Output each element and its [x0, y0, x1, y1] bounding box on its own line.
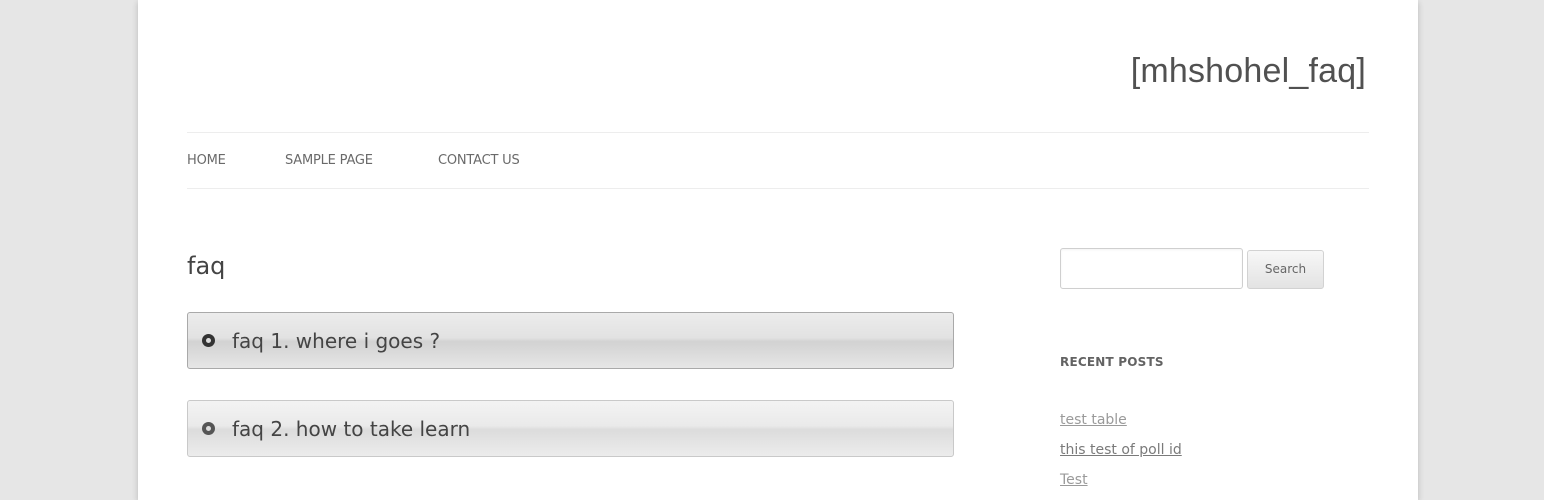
faq-item-1[interactable]: faq 1. where i goes ? [187, 312, 954, 369]
nav-item-contact-us[interactable]: CONTACT US [438, 153, 520, 168]
recent-post-link[interactable]: test table [1060, 412, 1127, 428]
faq-bullet-icon [202, 422, 215, 435]
faq-bullet-icon [202, 334, 215, 347]
faq-question-label: faq 2. how to take learn [232, 417, 471, 441]
nav-item-sample-page[interactable]: SAMPLE PAGE [285, 153, 373, 168]
recent-post-link[interactable]: Test [1060, 472, 1088, 488]
recent-posts-heading: RECENT POSTS [1060, 355, 1164, 369]
recent-post-link[interactable]: this test of poll id [1060, 442, 1182, 458]
page-container: [mhshohel_faq] HOME SAMPLE PAGE CONTACT … [138, 0, 1418, 500]
faq-item-2[interactable]: faq 2. how to take learn [187, 400, 954, 457]
search-button[interactable]: Search [1247, 250, 1324, 289]
nav-item-home[interactable]: HOME [187, 153, 226, 168]
page-title: faq [187, 252, 226, 280]
faq-question-label: faq 1. where i goes ? [232, 329, 441, 353]
search-input[interactable] [1060, 248, 1243, 289]
site-title[interactable]: [mhshohel_faq] [1131, 52, 1366, 91]
main-navigation: HOME SAMPLE PAGE CONTACT US [187, 132, 1369, 189]
